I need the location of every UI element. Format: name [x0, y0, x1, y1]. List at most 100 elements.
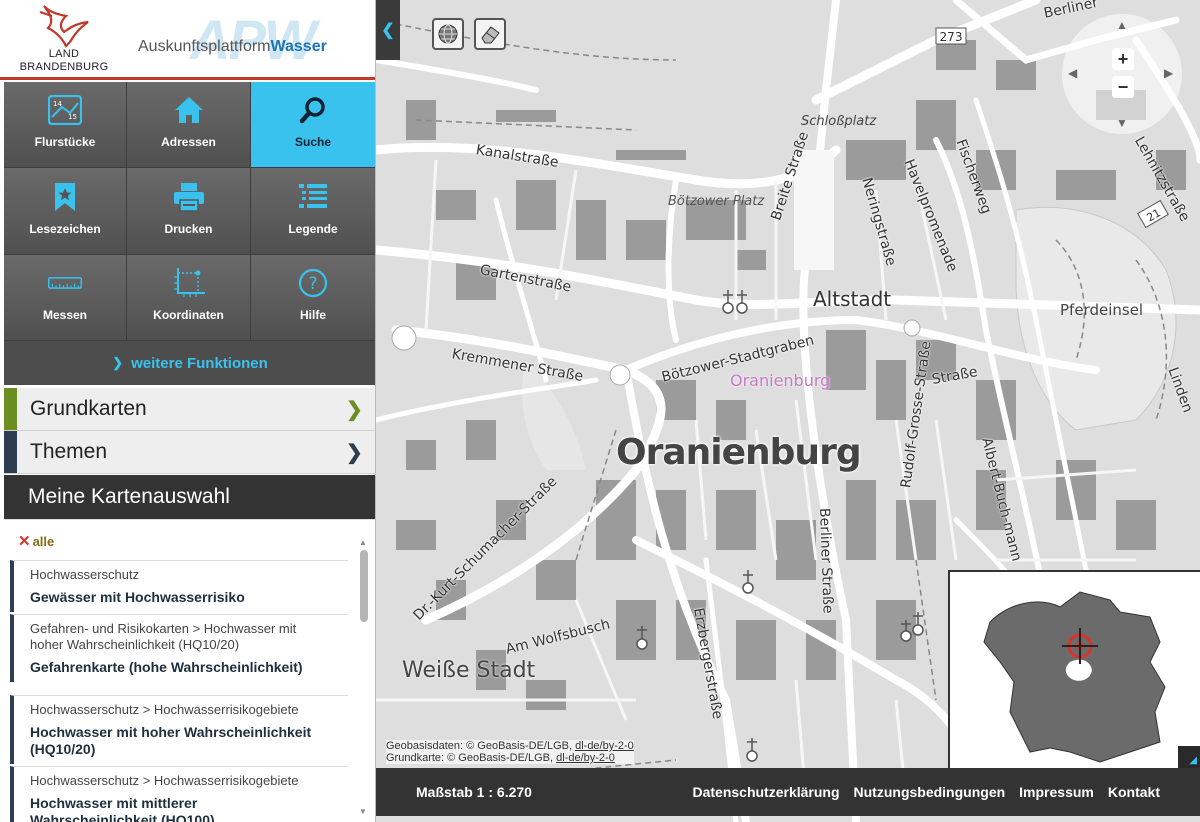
zoom-in-button[interactable]: + [1112, 48, 1134, 70]
tool-label: Messen [42, 308, 88, 322]
tool-grid: 14 15 Flurstücke Adressen Suche Lesezeic… [4, 82, 375, 341]
layer-path: Hochwasserschutz [30, 567, 140, 582]
pan-left-icon[interactable]: ◀ [1068, 66, 1077, 80]
tool-suche[interactable]: Suche [251, 82, 375, 168]
eraser-icon [481, 26, 500, 44]
clear-all-label: alle [32, 534, 55, 549]
tool-drucken[interactable]: Drucken [127, 168, 251, 255]
tool-label: Suche [294, 135, 331, 149]
brandenburg-overview-shape [983, 591, 1166, 763]
legend-icon [296, 180, 330, 214]
basemap-button[interactable] [432, 18, 464, 50]
scrollbar[interactable]: ▲ ▼ [358, 538, 370, 816]
tool-label: Koordinaten [153, 308, 224, 322]
header-bar: LAND BRANDENBURG APW AuskunftsplattformW… [0, 0, 375, 80]
footer-links: Datenschutzerklärung Nutzungsbedingungen… [692, 784, 1160, 800]
tool-flurstuecke[interactable]: 14 15 Flurstücke [4, 82, 127, 168]
layer-title: Hochwasser mit hoher Wahrscheinlichkeit … [30, 724, 312, 757]
tool-messen[interactable]: Messen [4, 255, 127, 341]
selected-layer-list: ✕ alle Hochwasserschutz Gewässer mit Hoch… [4, 519, 375, 822]
map-view[interactable]: 273 21 Oranienburg Oranienburg Altstadt … [376, 0, 1200, 822]
layer-item[interactable]: Hochwasserschutz Gewässer mit Hochwasser… [10, 560, 348, 612]
coordinates-icon [172, 266, 206, 300]
terms-link[interactable]: Nutzungsbedingungen [854, 784, 1006, 800]
accordion-grundkarten[interactable]: Grundkarten ❯ [4, 388, 375, 431]
scrollbar-thumb[interactable] [360, 550, 368, 622]
state-logo-line1: LAND [48, 48, 80, 60]
license-link[interactable]: dl-de/by-2-0 [556, 752, 615, 764]
chevron-right-icon: ❯ [346, 441, 363, 464]
ruler-icon [48, 266, 82, 300]
tool-label: Legende [288, 222, 338, 236]
collapse-sidebar-button[interactable]: ❮ [376, 0, 400, 60]
chevron-right-icon: ❯ [346, 398, 363, 421]
pan-down-icon[interactable]: ▼ [1116, 116, 1128, 130]
svg-text:?: ? [308, 274, 317, 294]
map-footer: Maßstab 1 : 6.270 Datenschutzerklärung N… [376, 768, 1200, 816]
more-functions-label: weitere Funktionen [131, 354, 268, 372]
overview-map[interactable] [948, 570, 1200, 768]
privacy-link[interactable]: Datenschutzerklärung [692, 784, 839, 800]
layer-item[interactable]: Hochwasserschutz > Hochwasserrisikogebie… [10, 695, 348, 764]
app-name: AuskunftsplattformWasser [138, 38, 327, 56]
copyright-line: Geobasisdaten: © GeoBasis-DE/LGB, dl-de/… [386, 740, 634, 752]
my-maps-header[interactable]: Meine Kartenauswahl [4, 475, 375, 519]
svg-text:14: 14 [53, 100, 62, 108]
pan-right-icon[interactable]: ▶ [1164, 66, 1173, 80]
sidebar: LAND BRANDENBURG APW AuskunftsplattformW… [0, 0, 376, 822]
accordion-label: Themen [30, 440, 108, 463]
copyright-line: Grundkarte: © GeoBasis-DE/LGB, dl-de/by-… [386, 752, 634, 764]
state-logo[interactable]: LAND BRANDENBURG [14, 2, 114, 76]
svg-text:15: 15 [68, 113, 77, 121]
tool-label: Flurstücke [34, 135, 96, 149]
eraser-button[interactable] [474, 18, 506, 50]
accordion-label: Grundkarten [30, 397, 147, 420]
city-label: Oranienburg [616, 432, 862, 473]
app-root: LAND BRANDENBURG APW AuskunftsplattformW… [0, 0, 1200, 822]
scroll-down-icon[interactable]: ▼ [359, 807, 367, 816]
clear-all-button[interactable]: ✕ alle [18, 532, 54, 550]
copyright-text: Geobasisdaten: © GeoBasis-DE/LGB, [386, 740, 576, 752]
print-icon [172, 180, 206, 214]
tool-label: Drucken [164, 222, 213, 236]
tool-hilfe[interactable]: ? Hilfe [251, 255, 375, 341]
overview-toggle-button[interactable]: ◢ [1178, 746, 1200, 768]
scroll-up-icon[interactable]: ▲ [359, 538, 367, 547]
tool-label: Adressen [161, 135, 216, 149]
pan-up-icon[interactable]: ▲ [1116, 18, 1128, 32]
parcel-icon: 14 15 [48, 93, 82, 127]
district-label: Weiße Stadt [402, 658, 536, 683]
place-label: Schloßplatz [801, 114, 877, 129]
tool-legende[interactable]: Legende [251, 168, 375, 255]
imprint-link[interactable]: Impressum [1019, 784, 1094, 800]
tool-label: Lesezeichen [29, 222, 101, 236]
contact-link[interactable]: Kontakt [1108, 784, 1160, 800]
accordion-themen[interactable]: Themen ❯ [4, 431, 375, 474]
place-label: Pferdeinsel [1060, 301, 1144, 319]
copyright-attribution: Geobasisdaten: © GeoBasis-DE/LGB, dl-de/… [386, 740, 634, 764]
tool-lesezeichen[interactable]: Lesezeichen [4, 168, 127, 255]
chevron-left-icon: ❮ [381, 22, 395, 39]
state-logo-line2: BRANDENBURG [19, 61, 109, 73]
layer-title: Gefahrenkarte (hohe Wahrscheinlichkeit) [30, 659, 303, 675]
eagle-logo-icon [39, 5, 89, 48]
globe-icon [438, 24, 458, 44]
layer-item[interactable]: Hochwasserschutz > Hochwasserrisikogebie… [10, 766, 348, 822]
tool-adressen[interactable]: Adressen [127, 82, 251, 168]
place-label: Bötzower Platz [668, 194, 765, 209]
navigation-control[interactable]: ▲ ▼ ◀ ▶ + − [1062, 14, 1182, 134]
zoom-out-button[interactable]: − [1112, 76, 1134, 98]
chevron-down-icon: ❯ [112, 355, 124, 370]
layer-path: Hochwasserschutz > Hochwasserrisikogebie… [30, 773, 299, 788]
layer-path: Gefahren- und Risikokarten > Hochwasser … [30, 621, 297, 652]
tool-koordinaten[interactable]: Koordinaten [127, 255, 251, 341]
accent-stripe [4, 388, 17, 430]
layer-title: Hochwasser mit mittlerer Wahrscheinlichk… [30, 795, 215, 822]
help-icon: ? [296, 266, 330, 300]
accent-stripe [4, 431, 17, 473]
more-functions-button[interactable]: ❯ weitere Funktionen [4, 341, 375, 385]
app-name-part1: Auskunftsplattform [138, 38, 271, 55]
layer-item[interactable]: Gefahren- und Risikokarten > Hochwasser … [10, 614, 348, 682]
scale-readout: Maßstab 1 : 6.270 [416, 784, 532, 800]
license-link[interactable]: dl-de/by-2-0 [575, 740, 634, 752]
